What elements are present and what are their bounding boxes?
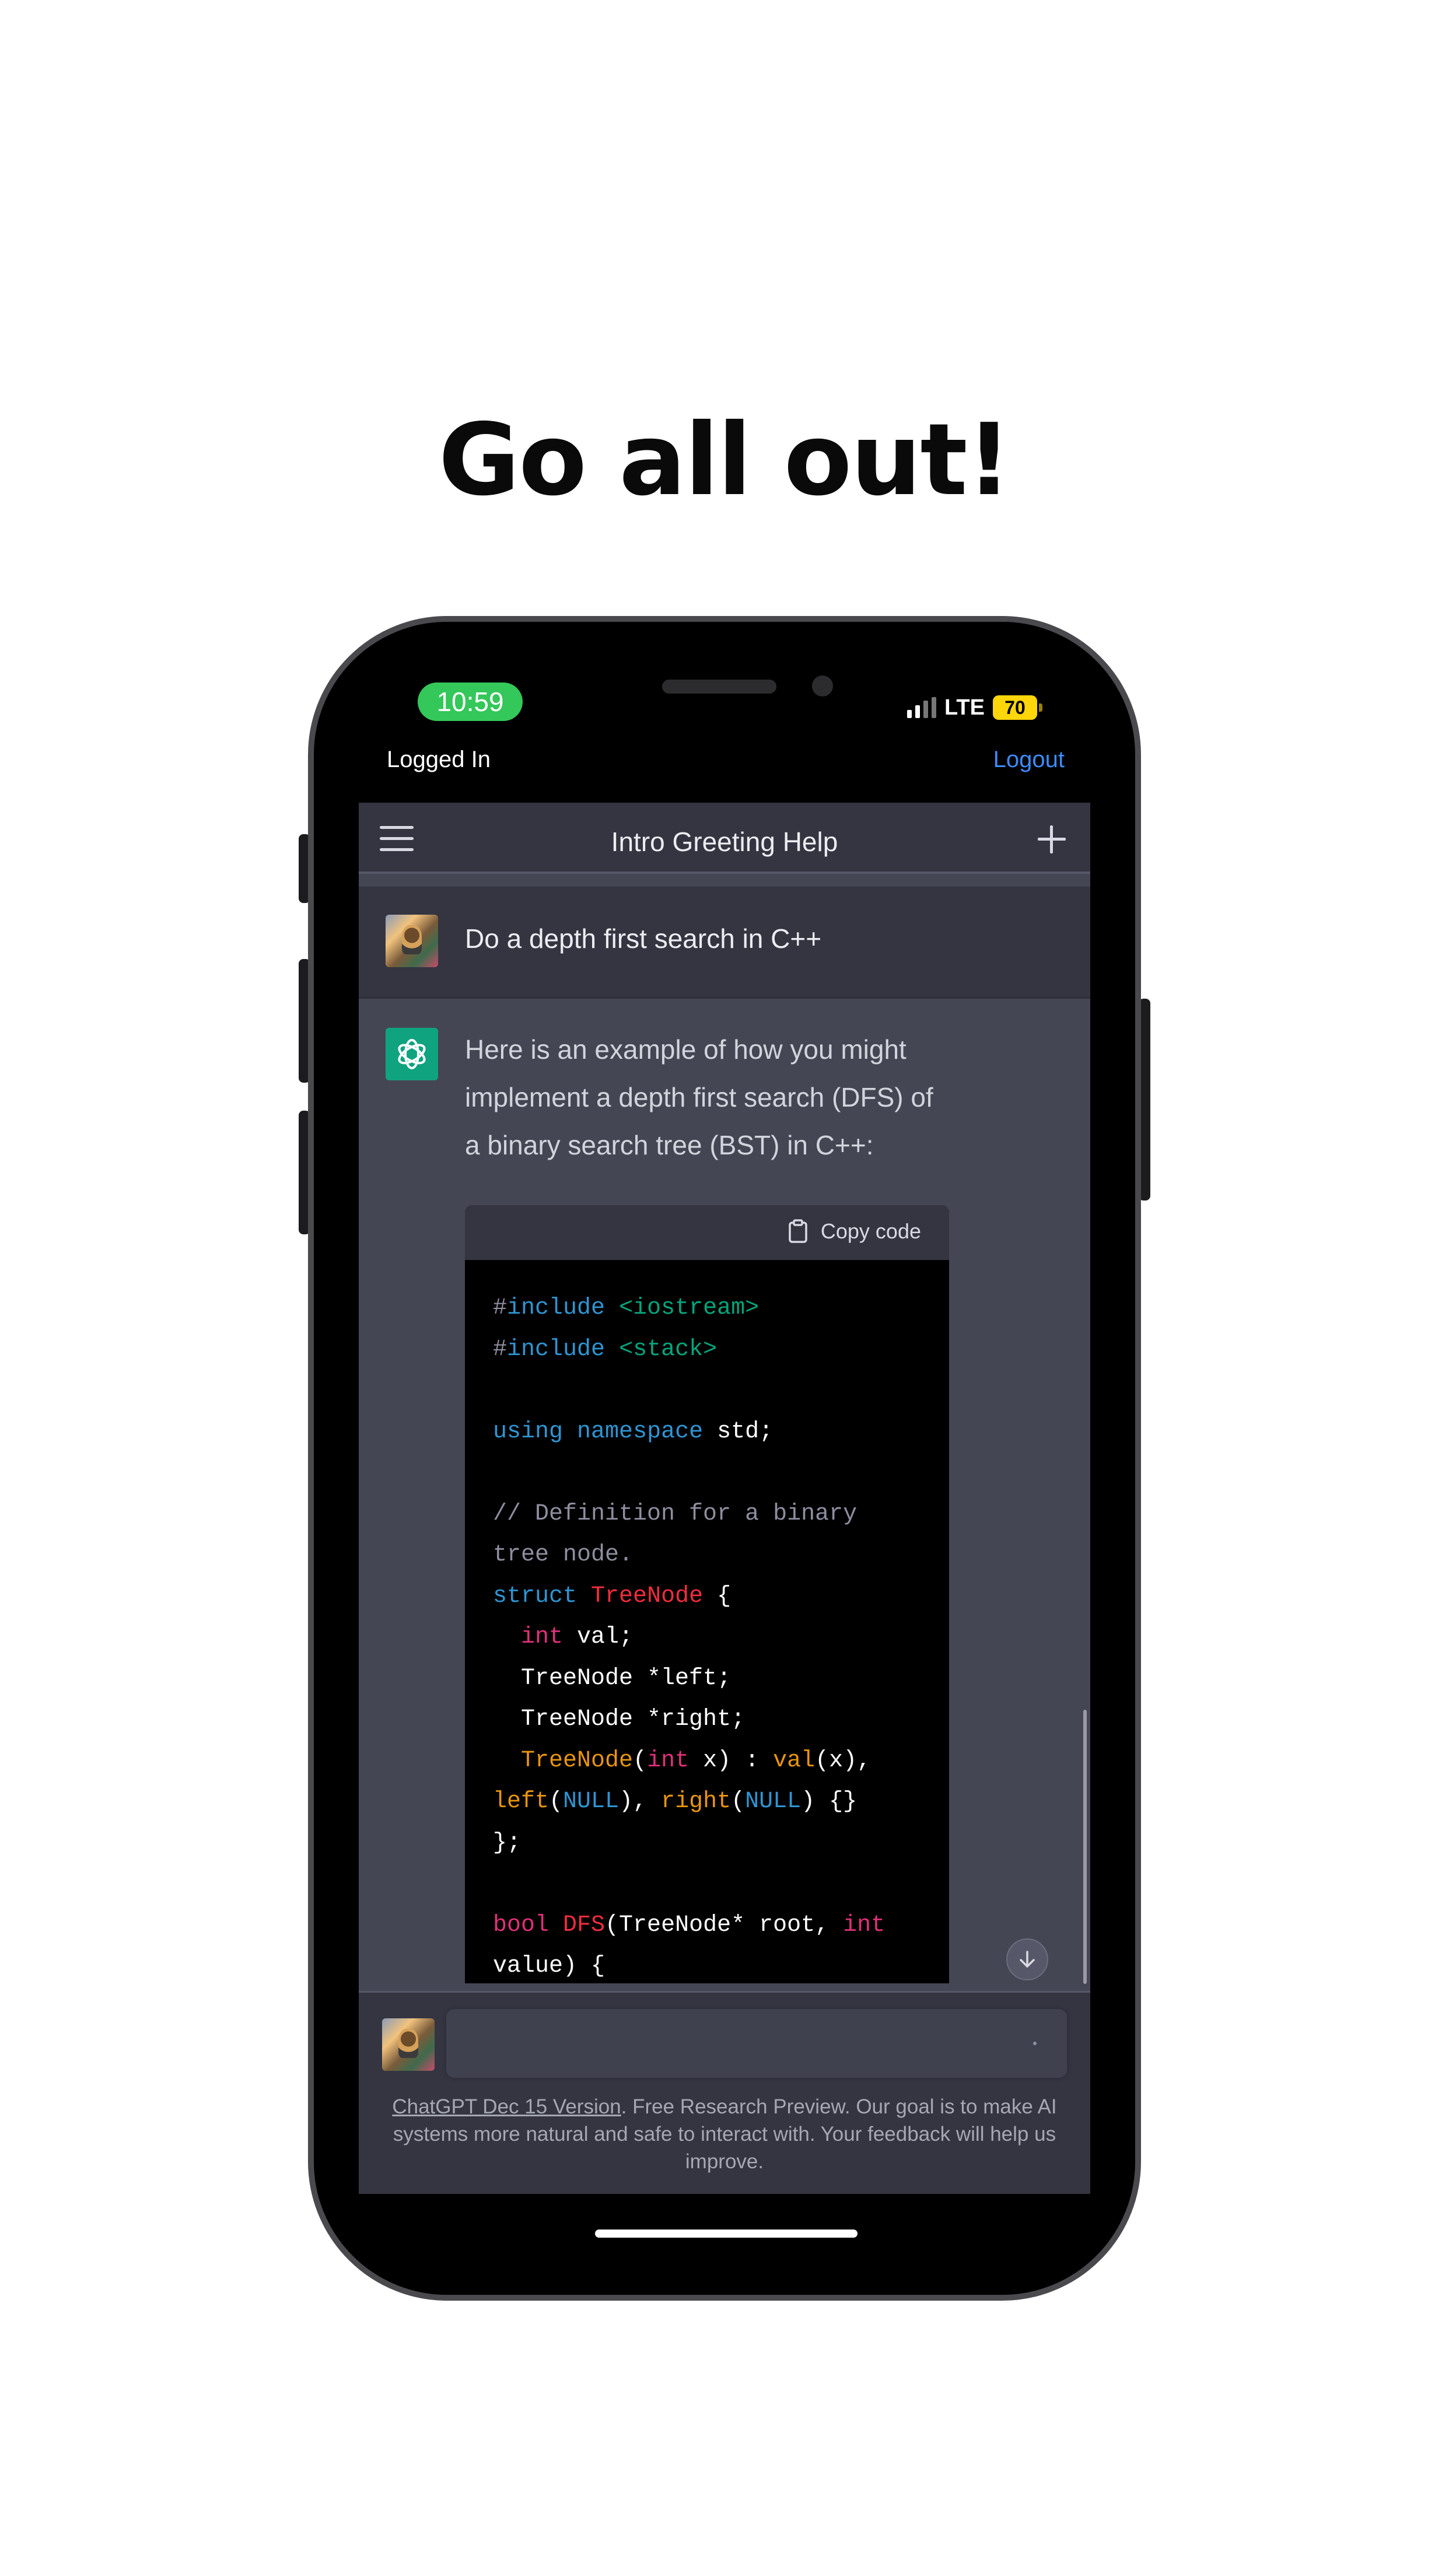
code-line: TreeNode *left; [493,1665,732,1692]
front-camera [812,676,833,696]
clipboard-icon [789,1219,807,1243]
chat-navbar: Intro Greeting Help [359,803,1090,874]
code-line: tree node. [493,1542,634,1568]
send-indicator-icon [1033,2042,1037,2045]
chat-app: Intro Greeting Help Do a depth first sea… [359,803,1090,2194]
code-line: #include <iostream> [493,1295,760,1321]
copy-code-button[interactable]: Copy code [788,1219,921,1244]
message-input[interactable] [446,2009,1067,2078]
footer-disclaimer: ChatGPT Dec 15 Version. Free Research Pr… [375,2093,1074,2175]
code-line: // Definition for a binary [493,1500,858,1527]
chat-scrollbar[interactable] [1083,1710,1087,1984]
scroll-to-bottom-button[interactable] [1006,1938,1048,1980]
copy-code-label: Copy code [820,1219,921,1243]
code-line: left(NULL), right(NULL) {} [493,1788,858,1815]
code-line: TreeNode(int x) : val(x), [521,1747,872,1774]
new-chat-plus-icon[interactable] [1035,823,1068,856]
phone-notch [527,665,933,723]
message-composer: ChatGPT Dec 15 Version. Free Research Pr… [359,1991,1090,2194]
user-avatar [382,2018,435,2071]
user-message-text: Do a depth first search in C++ [465,923,822,954]
arrow-down-icon [1020,1951,1035,1968]
user-avatar [386,915,438,967]
code-line: value) { [493,1953,606,1979]
code-block: #include <iostream> #include <stack> usin… [465,1260,949,1983]
page-headline: Go all out! [438,402,1012,518]
code-line: using namespace std; [493,1418,774,1445]
code-line: int val; [521,1624,634,1650]
home-indicator[interactable] [595,2230,858,2238]
battery-level: 70 [992,695,1037,720]
code-line: #include <stack> [493,1336,718,1363]
status-indicators: LTE 70 [907,693,1042,722]
status-time: 10:59 [418,682,523,721]
network-type: LTE [944,695,985,720]
code-line: }; [493,1829,522,1856]
openai-logo-icon [386,1028,438,1080]
logout-link[interactable]: Logout [993,747,1065,773]
code-block-header: Copy code [465,1205,949,1260]
user-message: Do a depth first search in C++ [359,887,1090,999]
logged-in-label: Logged In [387,747,491,772]
code-line: bool DFS(TreeNode* root, int [493,1912,886,1938]
assistant-message-text: Here is an example of how you might impl… [465,1034,933,1160]
conversation-title: Intro Greeting Help [611,827,838,857]
login-status-bar: Logged In Logout [359,741,1090,803]
code-line: TreeNode *right; [493,1706,746,1732]
cellular-signal-icon [907,697,936,718]
code-line: struct TreeNode { [493,1583,732,1609]
phone-speaker [662,680,776,694]
battery-icon: 70 [992,695,1042,720]
version-link[interactable]: ChatGPT Dec 15 Version [392,2095,621,2118]
